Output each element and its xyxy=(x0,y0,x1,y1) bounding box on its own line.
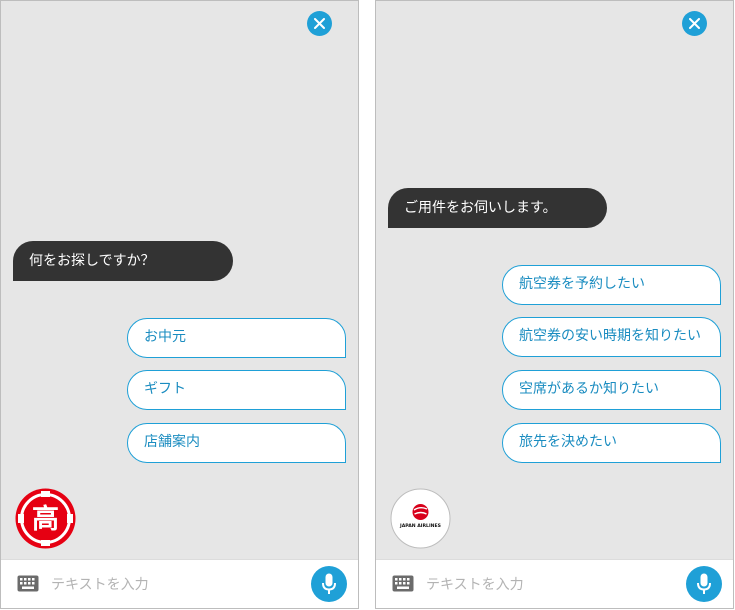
bot-message: ご用件をお伺いします。 xyxy=(388,188,607,228)
microphone-icon xyxy=(697,573,711,594)
logo-text: JAPAN AIRLINES xyxy=(399,523,441,529)
text-input[interactable] xyxy=(424,570,648,600)
keyboard-icon[interactable] xyxy=(392,575,414,592)
close-icon xyxy=(314,18,325,29)
option-button[interactable]: 航空券の安い時期を知りたい xyxy=(502,317,721,357)
keyboard-icon[interactable] xyxy=(17,575,39,592)
airline-logo: JAPAN AIRLINES xyxy=(390,488,451,549)
mic-button[interactable] xyxy=(686,566,722,602)
store-logo: 高 xyxy=(15,488,76,549)
option-button[interactable]: お中元 xyxy=(127,318,346,358)
option-button[interactable]: 旅先を決めたい xyxy=(502,423,721,463)
mic-button[interactable] xyxy=(311,566,347,602)
close-button[interactable] xyxy=(682,11,707,36)
option-button[interactable]: 空席があるか知りたい xyxy=(502,370,721,410)
chat-screen-right: ご用件をお伺いします。 航空券を予約したい 航空券の安い時期を知りたい 空席があ… xyxy=(375,0,734,609)
bot-message: 何をお探しですか？ xyxy=(13,241,233,281)
option-button[interactable]: 航空券を予約したい xyxy=(502,265,721,305)
close-icon xyxy=(689,18,700,29)
input-bar xyxy=(1,559,358,608)
option-button[interactable]: ギフト xyxy=(127,370,346,410)
option-button[interactable]: 店舗案内 xyxy=(127,423,346,463)
text-input[interactable] xyxy=(49,570,273,600)
close-button[interactable] xyxy=(307,11,332,36)
input-bar xyxy=(376,559,733,608)
microphone-icon xyxy=(322,573,336,594)
chat-screen-left: 何をお探しですか？ お中元 ギフト 店舗案内 高 xyxy=(0,0,359,609)
logo-character: 高 xyxy=(32,503,59,535)
